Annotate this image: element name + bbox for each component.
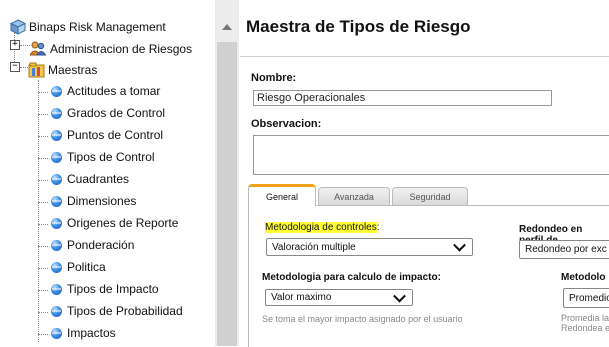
item-bullet-icon <box>51 152 62 163</box>
tree-connector <box>38 224 48 225</box>
tree-item-politica[interactable]: Politica <box>67 260 106 274</box>
tree-connector <box>38 80 39 342</box>
tree-connector <box>38 114 48 115</box>
item-bullet-icon <box>51 196 62 207</box>
folder-tools-icon <box>28 62 45 78</box>
tab-seguridad[interactable]: Seguridad <box>392 187 468 206</box>
page-title: Maestra de Tipos de Riesgo <box>246 17 471 36</box>
item-bullet-icon <box>51 262 62 273</box>
tree-item-actitudes[interactable]: Actitudes a tomar <box>67 84 160 98</box>
metodologia-label-text: Metodologia de controles <box>265 222 377 233</box>
tree-connector <box>38 334 48 335</box>
item-bullet-icon <box>51 328 62 339</box>
tree-item-impactos[interactable]: Impactos <box>67 326 116 340</box>
tree-connector <box>38 92 48 93</box>
tree-item-label: Administracion de Riesgos <box>50 41 193 56</box>
observacion-label: Observacion: <box>251 118 322 130</box>
chevron-down-icon <box>453 238 466 252</box>
nombre-label: Nombre: <box>251 72 297 84</box>
tree-connector <box>20 45 30 46</box>
tab-avanzada[interactable]: Avanzada <box>318 187 390 206</box>
tree-item-label: Maestras <box>48 63 98 77</box>
tree-item-administracion[interactable]: Administracion de Riesgos <box>30 41 192 56</box>
metodologia-controles-select[interactable]: Valoración multiple <box>266 238 473 256</box>
metodologia-2-hint-1: Promedia la <box>561 313 609 323</box>
metodologia-2-hint-2: Redondea e <box>561 323 609 333</box>
item-bullet-icon <box>51 306 62 317</box>
tree-scrollbar[interactable] <box>215 0 239 346</box>
tree-root[interactable]: Binaps Risk Management <box>10 19 166 35</box>
item-bullet-icon <box>51 86 62 97</box>
tree-item-cuadrantes[interactable]: Cuadrantes <box>67 172 129 186</box>
tree-item-maestras[interactable]: Maestras <box>28 62 97 78</box>
metodologia-2-selected-value: Promedio <box>569 292 609 304</box>
tree-connector <box>38 268 48 269</box>
expand-admin-button[interactable]: + <box>10 40 20 50</box>
collapse-maestras-button[interactable]: − <box>10 62 20 72</box>
nombre-input[interactable]: Riesgo Operacionales <box>253 90 552 106</box>
tree-item-tipos-impacto[interactable]: Tipos de Impacto <box>67 282 159 296</box>
tree-item-origenes[interactable]: Origenes de Reporte <box>67 216 178 230</box>
item-bullet-icon <box>51 284 62 295</box>
metodologia-selected-value: Valoración multiple <box>272 241 356 253</box>
tree-connector <box>20 67 28 68</box>
navigation-tree: Binaps Risk Management + Administracion … <box>0 0 215 346</box>
item-bullet-icon <box>51 218 62 229</box>
item-bullet-icon <box>51 174 62 185</box>
tree-item-grados[interactable]: Grados de Control <box>67 106 165 120</box>
metodologia-controles-label: Metodologia de controles: <box>265 222 380 233</box>
observacion-textarea[interactable] <box>253 135 609 175</box>
item-bullet-icon <box>51 108 62 119</box>
scroll-thumb[interactable] <box>217 42 237 346</box>
item-bullet-icon <box>51 130 62 141</box>
impacto-selected-value: Valor maximo <box>271 292 332 303</box>
chevron-down-icon <box>393 289 406 303</box>
tree-item-tipos-probabilidad[interactable]: Tipos de Probabilidad <box>67 304 183 318</box>
cube-icon <box>10 19 26 35</box>
tree-connector <box>38 312 48 313</box>
tree-connector <box>38 246 48 247</box>
impacto-label: Metodologia para calculo de impacto: <box>262 272 441 283</box>
tree-connector <box>38 180 48 181</box>
tree-item-tipos-control[interactable]: Tipos de Control <box>67 150 155 164</box>
tree-root-label: Binaps Risk Management <box>29 20 166 34</box>
users-icon <box>30 41 46 56</box>
item-bullet-icon <box>51 240 62 251</box>
tree-connector <box>38 158 48 159</box>
tree-item-ponderacion[interactable]: Ponderación <box>67 238 134 252</box>
tree-connector <box>38 202 48 203</box>
title-divider <box>240 56 609 57</box>
metodologia-label-colon: : <box>376 222 380 233</box>
tree-item-puntos[interactable]: Puntos de Control <box>67 128 163 142</box>
scroll-up-arrow-icon[interactable] <box>222 24 232 30</box>
metodologia-2-label: Metodolo <box>561 272 606 283</box>
metodologia-2-select[interactable]: Promedio <box>563 288 609 308</box>
tab-general[interactable]: General <box>248 184 316 206</box>
redondeo-select[interactable]: Redondeo por exc <box>519 240 609 259</box>
tree-connector <box>38 136 48 137</box>
redondeo-selected-value: Redondeo por exc <box>525 244 607 255</box>
impacto-hint: Se toma el mayor impacto asignado por el… <box>262 314 463 324</box>
tree-connector <box>38 290 48 291</box>
tree-item-dimensiones[interactable]: Dimensiones <box>67 194 136 208</box>
impacto-select[interactable]: Valor maximo <box>265 289 413 306</box>
